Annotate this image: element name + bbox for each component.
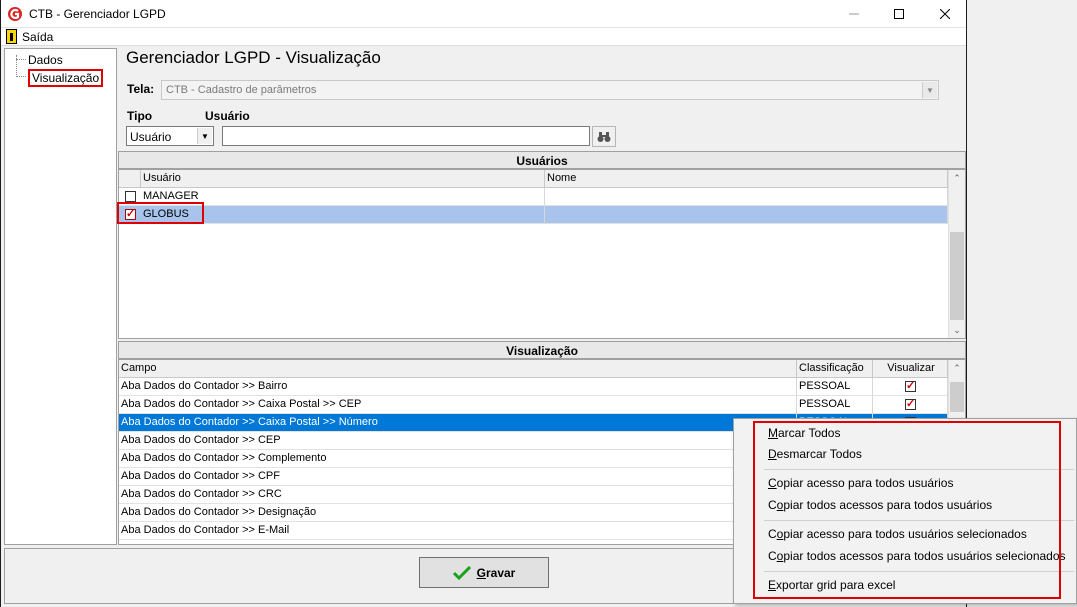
title-bar: CTB - Gerenciador LGPD [1,0,966,28]
tela-label: Tela: [127,82,155,96]
binoculars-icon [597,131,611,142]
campo-row[interactable]: Aba Dados do Contador >> Caixa Postal >>… [119,396,948,414]
maximize-icon [894,9,904,19]
campo-cell: Aba Dados do Contador >> CEP [119,432,797,450]
campo-cell: Aba Dados do Contador >> E-Mail [119,522,797,540]
campo-cell: Aba Dados do Contador >> CRC [119,486,797,504]
visualizar-checkbox-checked[interactable] [905,379,916,392]
minimize-button[interactable] [831,0,877,28]
tipo-select[interactable]: Usuário ▼ [126,126,214,146]
visualizar-cell[interactable] [873,378,948,396]
page-title: Gerenciador LGPD - Visualização [126,48,381,67]
checkmark-icon [452,565,471,580]
visualizacao-grid-header: Campo Classificação Visualizar [119,360,948,378]
gravar-button[interactable]: Gravar [419,557,549,588]
campo-cell: Aba Dados do Contador >> Complemento [119,450,797,468]
gravar-label: Gravar [476,565,516,580]
usuarios-grid-header: Usuário Nome [119,170,948,188]
tela-select[interactable]: CTB - Cadastro de parâmetros ▼ [161,80,939,100]
tela-select-value: CTB - Cadastro de parâmetros [166,84,317,96]
nome-cell [545,206,948,224]
nome-cell [545,188,948,206]
window-title: CTB - Gerenciador LGPD [29,7,166,21]
globus-logo-icon [8,7,22,21]
classificacao-cell: PESSOAL [797,378,873,396]
column-header-usuario[interactable]: Usuário [141,170,545,188]
campo-cell: Aba Dados do Contador >> Bairro [119,378,797,396]
campo-cell: Aba Dados do Contador >> Caixa Postal >>… [119,414,797,432]
usuarios-grid-title: Usuários [118,151,966,169]
campo-cell: Aba Dados do Contador >> Designação [119,504,797,522]
usuario-search-input[interactable] [222,126,590,146]
usuario-label: Usuário [205,109,250,123]
navigation-tree: Dados Visualização [4,48,117,545]
tipo-label: Tipo [127,109,153,123]
close-icon [940,9,950,19]
chevron-down-icon[interactable]: ▼ [922,82,937,98]
usuario-row-selected[interactable]: GLOBUS [119,206,948,224]
close-button[interactable] [922,0,968,28]
campo-row[interactable]: Aba Dados do Contador >> Bairro PESSOAL [119,378,948,396]
scroll-down-arrow-icon[interactable]: ⌄ [949,322,965,338]
campo-cell: Aba Dados do Contador >> CPF [119,468,797,486]
usuarios-grid: Usuário Nome MANAGER GLOBUS ⌃ ⌄ [118,169,966,339]
usuarios-scrollbar[interactable]: ⌃ ⌄ [948,170,965,338]
column-header-campo[interactable]: Campo [119,360,797,378]
visualizar-checkbox-checked[interactable] [905,397,916,410]
gravar-label-rest: ravar [485,565,516,580]
annotation-box-context-menu [753,421,1061,599]
menu-bar: Saída [1,28,966,46]
scroll-up-arrow-icon[interactable]: ⌃ [949,360,965,376]
menu-item-saida[interactable]: Saída [22,30,53,44]
visualizacao-grid-title: Visualização [118,341,966,359]
column-header-nome[interactable]: Nome [545,170,948,188]
column-header-visualizar[interactable]: Visualizar [873,360,948,378]
chevron-down-icon[interactable]: ▼ [197,128,212,144]
usuario-row[interactable]: MANAGER [119,188,948,206]
search-button[interactable] [592,126,616,147]
tree-item-dados[interactable]: Dados [28,53,63,67]
scroll-thumb[interactable] [950,232,964,320]
campo-cell: Aba Dados do Contador >> Caixa Postal >>… [119,396,797,414]
exit-door-icon[interactable] [6,29,17,44]
tree-item-visualizacao[interactable]: Visualização [28,69,104,87]
annotation-box-globus [117,202,204,224]
visualizar-cell[interactable] [873,396,948,414]
classificacao-cell: PESSOAL [797,396,873,414]
tipo-select-value: Usuário [130,130,172,144]
maximize-button[interactable] [876,0,922,28]
scroll-thumb[interactable] [950,382,964,412]
column-header-classificacao[interactable]: Classificação [797,360,873,378]
minimize-icon [849,13,859,15]
usuario-checkbox[interactable] [125,191,136,202]
scroll-up-arrow-icon[interactable]: ⌃ [949,170,965,186]
